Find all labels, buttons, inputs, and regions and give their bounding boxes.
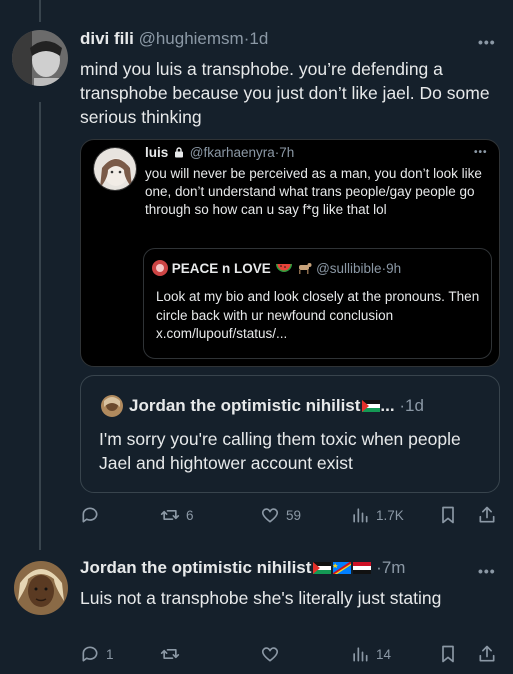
display-name[interactable]: Jordan the optimistic nihilist	[80, 558, 311, 577]
tweet-header: Jordan the optimistic nihilist ·7m	[80, 558, 405, 578]
views-icon	[353, 647, 368, 662]
like-button[interactable]	[260, 644, 286, 664]
nested-quoted-tweet[interactable]: PEACE n LOVE @sullibible·9h Look at my b…	[143, 248, 492, 359]
quote-text: you will never be perceived as a man, yo…	[145, 166, 482, 217]
like-icon	[261, 647, 279, 662]
tweet-text: mind you luis a transphobe. you’re defen…	[80, 59, 490, 127]
thread-line-top	[39, 0, 41, 22]
more-icon[interactable]: •••	[478, 34, 496, 50]
nested-quote-text: Look at my bio and look closely at the p…	[156, 289, 480, 341]
share-button[interactable]	[477, 505, 497, 525]
like-count: 59	[286, 507, 302, 523]
bookmark-icon	[442, 506, 454, 524]
bookmark-icon	[442, 645, 454, 663]
like-button[interactable]: 59	[260, 505, 301, 525]
watermelon-emoji	[275, 264, 292, 272]
reply-button[interactable]	[80, 505, 106, 525]
action-bar: 1 14	[80, 644, 505, 668]
quoted-tweet[interactable]: Jordan the optimistic nihilist... ·1d I'…	[80, 375, 500, 493]
quote-text: I'm sorry you're calling them toxic when…	[99, 429, 461, 473]
views-count: 1.7K	[376, 507, 404, 523]
display-name: luis	[145, 145, 169, 160]
tweet-text: Luis not a transphobe she's literally ju…	[80, 588, 442, 608]
timestamp: 1d	[405, 396, 424, 415]
repost-button[interactable]	[160, 644, 186, 664]
avatar[interactable]	[12, 30, 68, 86]
action-bar: 6 59 1.7K	[80, 505, 505, 529]
reply-icon	[82, 507, 98, 523]
goat-emoji	[299, 263, 312, 274]
timestamp[interactable]: 1d	[249, 29, 268, 48]
repost-icon	[160, 510, 180, 520]
handle: @sullibible	[316, 261, 382, 276]
timestamp[interactable]: 7m	[382, 558, 406, 577]
handle: @fkarhaenyra	[189, 145, 275, 160]
quoted-tweet[interactable]: luis @fkarhaenyra·7h ••• you will never …	[80, 139, 500, 367]
timestamp: 9h	[386, 261, 402, 276]
display-name: PEACE n LOVE	[171, 261, 271, 276]
bookmark-button[interactable]	[438, 505, 458, 525]
bookmark-button[interactable]	[438, 644, 458, 664]
reply-count: 1	[106, 646, 114, 662]
display-name[interactable]: divi fili	[80, 29, 134, 48]
repost-button[interactable]: 6	[160, 505, 194, 525]
truncation: ...	[380, 396, 395, 415]
avatar	[93, 147, 137, 191]
display-name: Jordan the optimistic nihilist	[129, 396, 361, 415]
palestine-flag-icon	[313, 562, 332, 574]
thread-line-bottom	[39, 102, 41, 550]
avatar	[152, 260, 168, 276]
lock-icon	[175, 147, 184, 158]
palestine-flag-icon	[362, 400, 381, 412]
share-icon	[479, 506, 495, 523]
share-icon	[479, 645, 495, 662]
repost-icon	[160, 649, 180, 659]
yemen-flag-icon	[353, 562, 372, 574]
quote-header: luis @fkarhaenyra·7h	[145, 145, 294, 160]
reply-icon	[82, 646, 98, 662]
quote-header: Jordan the optimistic nihilist... ·1d	[129, 396, 424, 416]
nested-quote-header: PEACE n LOVE @sullibible·9h	[152, 260, 401, 276]
avatar[interactable]	[14, 561, 68, 615]
views-count: 14	[376, 646, 392, 662]
more-icon[interactable]: •••	[474, 147, 488, 158]
timestamp: 7h	[279, 145, 295, 160]
share-button[interactable]	[477, 644, 497, 664]
avatar	[101, 395, 123, 417]
tweet-header: divi fili @hughiemsm·1d	[80, 29, 268, 49]
views-icon	[353, 508, 368, 523]
like-icon	[261, 508, 279, 523]
drc-flag-icon	[333, 562, 352, 574]
repost-count: 6	[186, 507, 194, 523]
reply-button[interactable]: 1	[80, 644, 114, 664]
views-button[interactable]: 14	[350, 644, 391, 664]
more-icon[interactable]: •••	[478, 563, 496, 579]
handle[interactable]: @hughiemsm	[139, 29, 244, 48]
views-button[interactable]: 1.7K	[350, 505, 404, 525]
